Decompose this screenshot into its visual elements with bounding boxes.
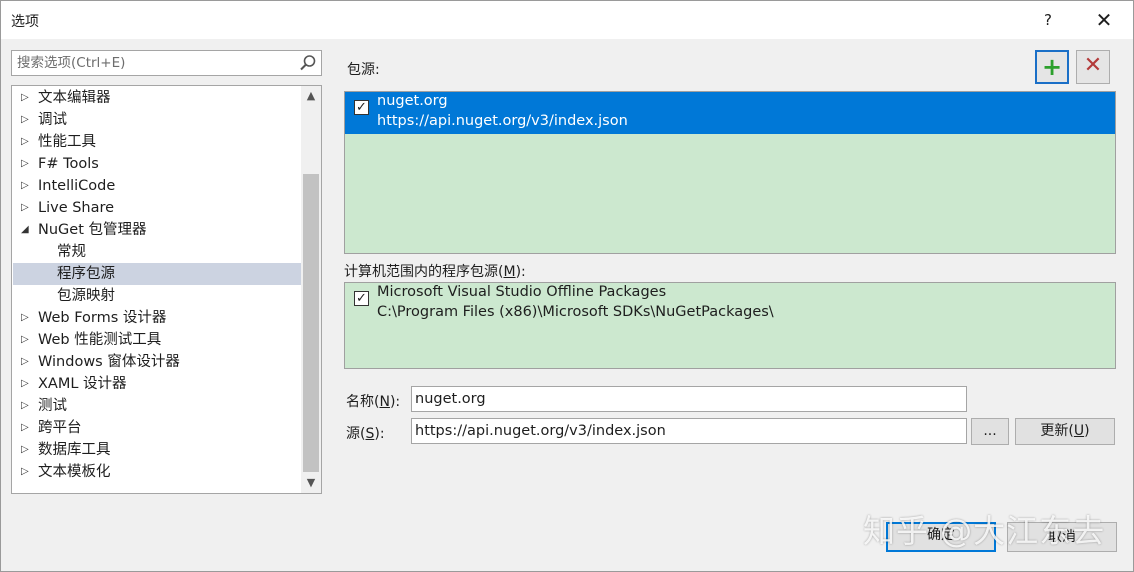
- expand-arrow-icon[interactable]: ▷: [21, 307, 31, 329]
- tree-item-label: 调试: [38, 112, 67, 128]
- scroll-up-icon[interactable]: ▲: [301, 86, 321, 106]
- search-icon[interactable]: [298, 53, 318, 73]
- machine-sources-list[interactable]: ✓ Microsoft Visual Studio Offline Package…: [344, 282, 1116, 369]
- plus-icon: +: [1041, 53, 1063, 81]
- expand-arrow-icon[interactable]: ▷: [21, 175, 31, 197]
- remove-source-button[interactable]: ✕: [1076, 50, 1110, 84]
- source-name: Microsoft Visual Studio Offline Packages: [377, 284, 667, 300]
- help-button[interactable]: ?: [1031, 3, 1065, 37]
- tree-item[interactable]: ▷ 跨平台: [13, 417, 301, 439]
- tree-item-label: 包源映射: [57, 288, 115, 304]
- tree-item-label: 常规: [57, 244, 86, 260]
- close-button[interactable]: ✕: [1087, 3, 1121, 37]
- search-input[interactable]: [12, 51, 292, 75]
- options-dialog: 选项 ? ✕ ▲ ▼ ▷ 文本编辑器 ▷ 调试 ▷ 性能工具 ▷ F# Tools ▷ Intel…: [0, 0, 1134, 572]
- expand-arrow-icon[interactable]: ▷: [21, 131, 31, 153]
- tree-item[interactable]: ▷ 调试: [13, 109, 301, 131]
- source-checkbox[interactable]: ✓: [354, 291, 369, 306]
- tree-item-label: 跨平台: [38, 420, 82, 436]
- options-tree[interactable]: ▲ ▼ ▷ 文本编辑器 ▷ 调试 ▷ 性能工具 ▷ F# Tools ▷ IntelliCode ▷…: [11, 85, 322, 494]
- source-url: https://api.nuget.org/v3/index.json: [377, 113, 628, 129]
- source-name: nuget.org: [377, 93, 448, 109]
- expand-arrow-icon[interactable]: ▷: [21, 329, 31, 351]
- tree-item-label: 程序包源: [57, 266, 115, 282]
- tree-item-label: 数据库工具: [38, 442, 111, 458]
- expand-arrow-icon[interactable]: ▷: [21, 417, 31, 439]
- expand-arrow-icon[interactable]: ▷: [21, 109, 31, 131]
- source-field[interactable]: https://api.nuget.org/v3/index.json: [411, 418, 967, 444]
- title-bar: 选项 ? ✕: [1, 1, 1133, 39]
- name-field[interactable]: nuget.org: [411, 386, 967, 412]
- tree-item-label: Live Share: [38, 200, 115, 216]
- tree-item[interactable]: ▷ Web Forms 设计器: [13, 307, 301, 329]
- tree-item[interactable]: 程序包源: [13, 263, 301, 285]
- browse-button[interactable]: ...: [971, 418, 1009, 445]
- tree-item[interactable]: ▷ Web 性能测试工具: [13, 329, 301, 351]
- source-label: 源(S):: [346, 426, 385, 442]
- tree-item[interactable]: ▷ IntelliCode: [13, 175, 301, 197]
- tree-item-label: 性能工具: [38, 134, 96, 150]
- name-label: 名称(N):: [346, 394, 401, 410]
- source-url: C:\Program Files (x86)\Microsoft SDKs\Nu…: [377, 304, 774, 320]
- tree-item-label: IntelliCode: [38, 178, 116, 194]
- tree-item-label: Windows 窗体设计器: [38, 354, 180, 370]
- tree-item[interactable]: 常规: [13, 241, 301, 263]
- tree-item[interactable]: ▷ 数据库工具: [13, 439, 301, 461]
- tree-scrollbar[interactable]: ▲ ▼: [301, 86, 321, 493]
- tree-item[interactable]: ▷ XAML 设计器: [13, 373, 301, 395]
- tree-item-label: NuGet 包管理器: [38, 222, 147, 238]
- tree-item[interactable]: ▷ F# Tools: [13, 153, 301, 175]
- expand-arrow-icon[interactable]: ▷: [21, 87, 31, 109]
- dialog-title: 选项: [11, 14, 39, 30]
- source-item[interactable]: ✓ Microsoft Visual Studio Offline Package…: [345, 283, 1115, 325]
- tree-item-label: F# Tools: [38, 156, 99, 172]
- source-item[interactable]: ✓ nuget.org https://api.nuget.org/v3/index…: [345, 92, 1115, 134]
- tree-item[interactable]: ▷ 文本编辑器: [13, 87, 301, 109]
- tree-item[interactable]: ▷ 测试: [13, 395, 301, 417]
- tree-item-label: 文本模板化: [38, 464, 111, 480]
- source-checkbox[interactable]: ✓: [354, 100, 369, 115]
- expand-arrow-icon[interactable]: ▷: [21, 439, 31, 461]
- tree-item[interactable]: ▷ 文本模板化: [13, 461, 301, 483]
- scroll-thumb[interactable]: [303, 174, 319, 472]
- tree-item-label: 测试: [38, 398, 67, 414]
- tree-item[interactable]: ▷ Live Share: [13, 197, 301, 219]
- collapse-arrow-icon[interactable]: ◢: [21, 219, 31, 241]
- expand-arrow-icon[interactable]: ▷: [21, 395, 31, 417]
- tree-item[interactable]: ◢ NuGet 包管理器: [13, 219, 301, 241]
- tree-item[interactable]: ▷ Windows 窗体设计器: [13, 351, 301, 373]
- tree-item[interactable]: ▷ 性能工具: [13, 131, 301, 153]
- expand-arrow-icon[interactable]: ▷: [21, 197, 31, 219]
- tree-item-label: 文本编辑器: [38, 90, 111, 106]
- delete-icon: ✕: [1083, 53, 1103, 78]
- expand-arrow-icon[interactable]: ▷: [21, 461, 31, 483]
- expand-arrow-icon[interactable]: ▷: [21, 153, 31, 175]
- watermark: 知乎 @大江东去: [863, 512, 1106, 550]
- expand-arrow-icon[interactable]: ▷: [21, 373, 31, 395]
- tree-item-label: XAML 设计器: [38, 376, 127, 392]
- expand-arrow-icon[interactable]: ▷: [21, 351, 31, 373]
- tree-item[interactable]: 包源映射: [13, 285, 301, 307]
- tree-item-label: Web 性能测试工具: [38, 332, 162, 348]
- machine-sources-label: 计算机范围内的程序包源(M):: [344, 264, 526, 280]
- sources-label: 包源:: [347, 62, 380, 78]
- package-sources-list[interactable]: ✓ nuget.org https://api.nuget.org/v3/index…: [344, 91, 1116, 254]
- add-source-button[interactable]: +: [1035, 50, 1069, 84]
- search-box[interactable]: [11, 50, 322, 76]
- update-button[interactable]: 更新(U): [1015, 418, 1115, 445]
- scroll-down-icon[interactable]: ▼: [301, 473, 321, 493]
- tree-item-label: Web Forms 设计器: [38, 310, 167, 326]
